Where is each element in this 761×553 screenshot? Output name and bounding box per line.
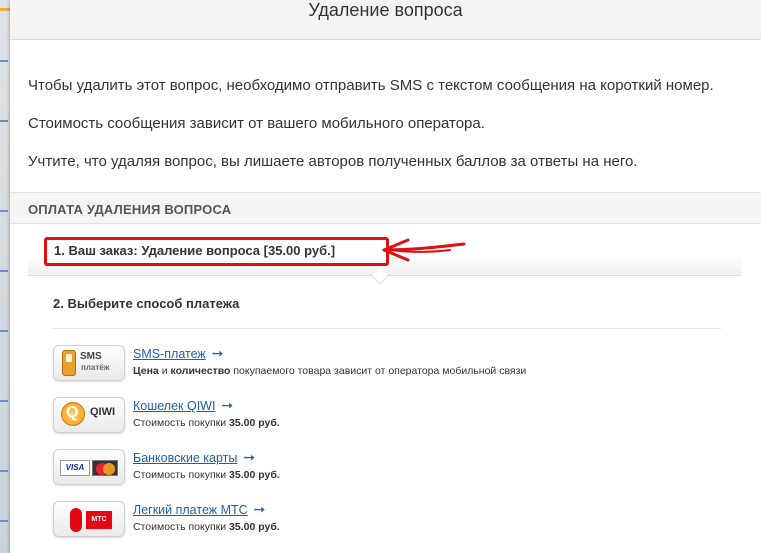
payment-section-title: ОПЛАТА УДАЛЕНИЯ ВОПРОСА	[28, 202, 232, 217]
bank-cards-payment-link[interactable]: Банковские карты ➙	[133, 449, 255, 466]
intro-text-warning: Учтите, что удаляя вопрос, вы лишаете ав…	[28, 153, 638, 170]
payment-method-bank-cards: VISA Банковские карты ➙ Стоимость покупки…	[53, 449, 713, 489]
arrow-right-icon: ➙	[253, 501, 266, 517]
payment-section-header: ОПЛАТА УДАЛЕНИЯ ВОПРОСА	[10, 192, 761, 224]
dialog-header: Удаление вопроса	[10, 0, 761, 40]
mts-payment-description: Стоимость покупки 35.00 руб.	[133, 521, 280, 533]
dialog-title: Удаление вопроса	[308, 0, 463, 20]
mts-icon[interactable]: МТС	[53, 501, 125, 537]
dialog-intro: Чтобы удалить этот вопрос, необходимо от…	[10, 40, 761, 172]
annotation-arrow-icon	[382, 238, 466, 262]
arrow-right-icon: ➙	[211, 345, 224, 361]
bank-cards-payment-description: Стоимость покупки 35.00 руб.	[133, 469, 280, 481]
intro-text-sms: Чтобы удалить этот вопрос, необходимо от…	[28, 77, 714, 94]
bank-cards-icon[interactable]: VISA	[53, 449, 125, 485]
payment-method-qiwi: Q QIWI Кошелек QIWI ➙ Стоимость покупки 3…	[53, 397, 713, 437]
mts-payment-link[interactable]: Легкий платеж МТС ➙	[133, 501, 265, 518]
qiwi-payment-description: Стоимость покупки 35.00 руб.	[133, 417, 280, 429]
annotation-highlight-box	[44, 237, 389, 266]
qiwi-payment-link[interactable]: Кошелек QIWI ➙	[133, 397, 233, 414]
qiwi-icon[interactable]: Q QIWI	[53, 397, 125, 433]
step2-title: 2. Выберите способ платежа	[53, 296, 240, 311]
arrow-right-icon: ➙	[221, 397, 234, 413]
payment-method-sms: SMS платёж SMS-платеж ➙ Цена и количество…	[53, 345, 713, 385]
delete-question-dialog: Удаление вопроса Чтобы удалить этот вопр…	[10, 0, 761, 553]
sms-payment-link[interactable]: SMS-платеж ➙	[133, 345, 223, 362]
sms-payment-description: Цена и количество покупаемого товара зав…	[133, 365, 527, 377]
divider	[53, 328, 721, 329]
payment-method-mts: МТС Легкий платеж МТС ➙ Стоимость покупки…	[53, 501, 713, 541]
arrow-right-icon: ➙	[243, 449, 256, 465]
background-page-edge	[0, 0, 10, 553]
intro-text-cost: Стоимость сообщения зависит от вашего мо…	[28, 115, 485, 132]
sms-phone-icon[interactable]: SMS платёж	[53, 345, 125, 381]
